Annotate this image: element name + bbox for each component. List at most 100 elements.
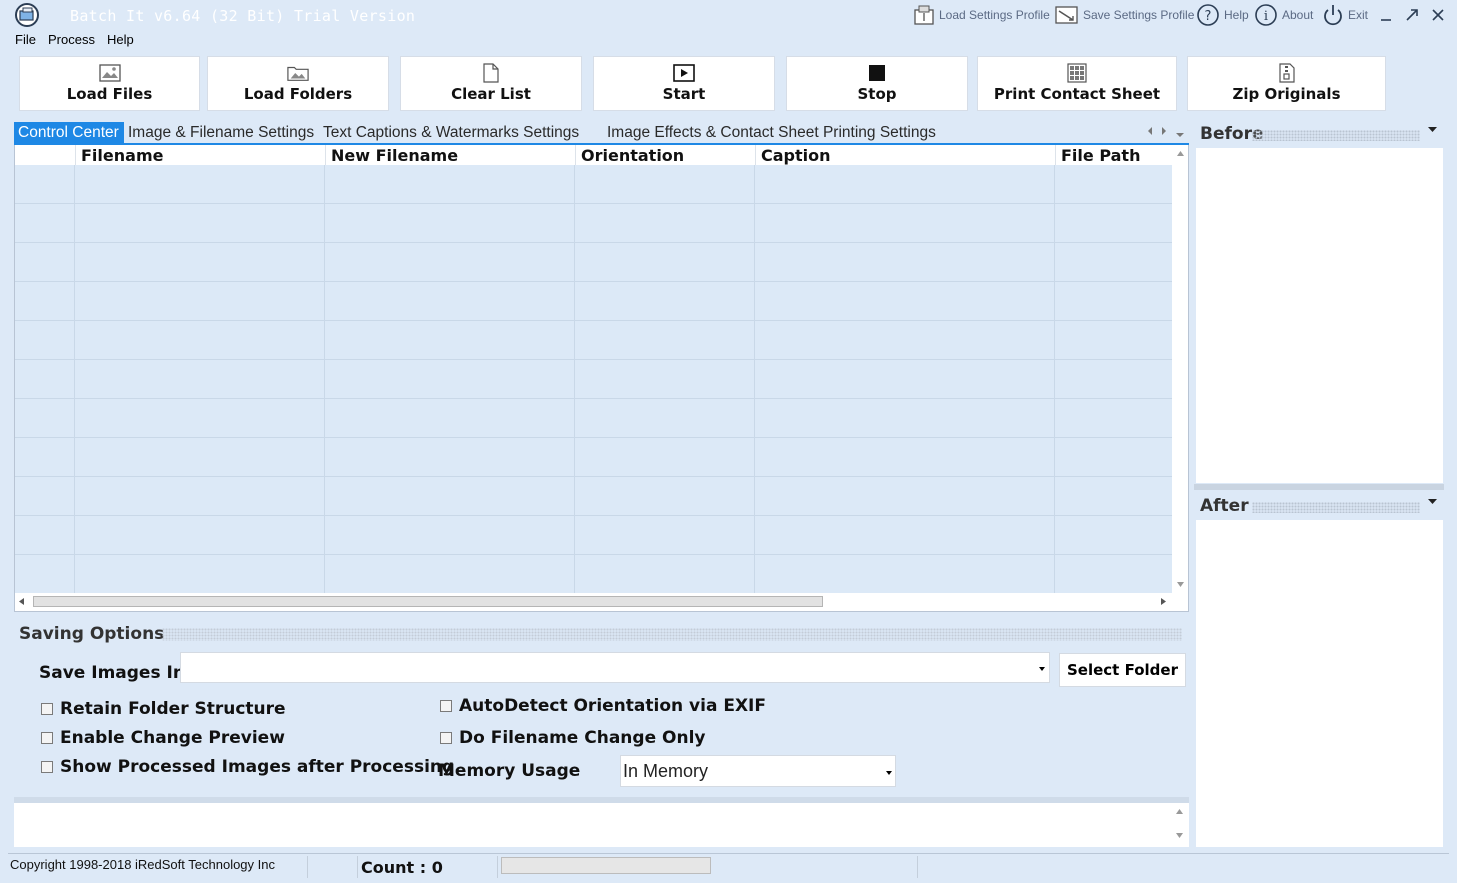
menu-process[interactable]: Process [48, 32, 95, 47]
saving-options-title: Saving Options [19, 624, 165, 644]
saving-options-header: Saving Options [14, 622, 1189, 648]
scroll-left-icon[interactable] [19, 598, 24, 605]
copyright-text: Copyright 1998-2018 iRedSoft Technology … [10, 857, 275, 872]
log-scroll-down-icon[interactable] [1176, 833, 1183, 838]
panel-splitter[interactable] [1194, 484, 1444, 490]
tab-list-dropdown-icon[interactable] [1175, 127, 1185, 142]
grid-row-divider [15, 554, 1172, 555]
grid-row-divider [15, 359, 1172, 360]
load-files-button[interactable]: Load Files [19, 56, 200, 111]
filename-change-only-option[interactable]: Do Filename Change Only [440, 728, 705, 748]
retain-folder-structure-checkbox[interactable] [41, 703, 53, 715]
grid-column-divider [754, 165, 755, 593]
app-logo-icon [14, 2, 40, 28]
svg-text:i: i [1264, 9, 1268, 24]
before-panel-grip[interactable] [1252, 130, 1420, 141]
tab-image-effects-contact-sheet[interactable]: Image Effects & Contact Sheet Printing S… [607, 122, 936, 143]
grid-row-divider [15, 476, 1172, 477]
grid-row-divider [15, 203, 1172, 204]
autodetect-orientation-checkbox[interactable] [440, 700, 452, 712]
exit-button[interactable]: Exit [1322, 4, 1368, 26]
power-icon [1324, 5, 1342, 26]
show-processed-images-checkbox[interactable] [41, 761, 53, 773]
saving-options-grip[interactable] [162, 628, 1182, 641]
menu-help[interactable]: Help [107, 32, 134, 47]
help-icon: ? [1197, 4, 1219, 26]
grid-column-divider [1054, 165, 1055, 593]
column-header-new-filename[interactable]: New Filename [325, 145, 575, 165]
save-settings-profile-button[interactable]: Save Settings Profile [1055, 4, 1194, 26]
exit-label: Exit [1348, 8, 1369, 22]
grid-row-divider [15, 242, 1172, 243]
retain-folder-structure-option[interactable]: Retain Folder Structure [41, 699, 286, 719]
memory-usage-dropdown-icon[interactable] [886, 771, 892, 775]
before-preview-area [1196, 148, 1443, 483]
show-processed-images-label: Show Processed Images after Processing [60, 757, 455, 777]
horizontal-scroll-thumb[interactable] [33, 596, 823, 607]
close-icon [1432, 9, 1444, 21]
grid-column-divider [74, 165, 75, 593]
tab-control-center[interactable]: Control Center [14, 122, 124, 143]
tab-scroll-left-icon[interactable] [1146, 125, 1154, 140]
start-button[interactable]: Start [593, 56, 775, 111]
grid-horizontal-scrollbar[interactable] [15, 593, 1172, 610]
memory-usage-label: Memory Usage [438, 761, 581, 781]
enable-change-preview-checkbox[interactable] [41, 732, 53, 744]
save-profile-icon [1055, 6, 1078, 24]
column-header-caption[interactable]: Caption [755, 145, 1055, 165]
before-panel-dropdown-icon[interactable] [1428, 127, 1437, 133]
zip-originals-button[interactable]: Zip Originals [1187, 56, 1386, 111]
save-images-dropdown-icon[interactable] [1039, 667, 1045, 671]
column-header-filename[interactable]: Filename [75, 145, 325, 165]
load-profile-icon [914, 5, 934, 25]
autodetect-orientation-option[interactable]: AutoDetect Orientation via EXIF [440, 696, 766, 716]
save-images-in-label: Save Images In [39, 663, 185, 683]
load-files-label: Load Files [66, 85, 153, 103]
clear-list-button[interactable]: Clear List [400, 56, 582, 111]
save-images-in-combo[interactable] [180, 652, 1050, 683]
tab-text-captions-watermarks[interactable]: Text Captions & Watermarks Settings [323, 122, 579, 143]
select-folder-button[interactable]: Select Folder [1059, 653, 1186, 687]
load-settings-profile-button[interactable]: Load Settings Profile [913, 4, 1050, 26]
status-separator [497, 856, 498, 878]
tab-scroll-right-icon[interactable] [1160, 125, 1168, 140]
blank-page-icon [480, 63, 502, 83]
autodetect-orientation-label: AutoDetect Orientation via EXIF [459, 696, 766, 716]
help-button[interactable]: ? Help [1196, 4, 1249, 26]
grid-header: Filename New Filename Orientation Captio… [15, 145, 1172, 165]
status-separator [307, 856, 308, 878]
memory-usage-select[interactable]: In Memory [620, 755, 896, 787]
stop-label: Stop [857, 85, 897, 103]
grid-vertical-scrollbar[interactable] [1172, 145, 1188, 593]
print-contact-sheet-button[interactable]: Print Contact Sheet [977, 56, 1177, 111]
print-contact-sheet-label: Print Contact Sheet [993, 85, 1161, 103]
close-button[interactable] [1429, 6, 1447, 24]
after-panel-grip[interactable] [1252, 502, 1420, 513]
maximize-button[interactable] [1403, 6, 1421, 24]
filename-change-only-checkbox[interactable] [440, 732, 452, 744]
scroll-right-icon[interactable] [1161, 598, 1166, 605]
scroll-up-icon[interactable] [1177, 151, 1184, 156]
svg-text:?: ? [1205, 9, 1212, 24]
status-separator [917, 856, 918, 878]
column-header-file-path[interactable]: File Path [1055, 145, 1172, 165]
file-list-grid[interactable]: Filename New Filename Orientation Captio… [14, 145, 1189, 612]
scroll-down-icon[interactable] [1177, 582, 1184, 587]
enable-change-preview-option[interactable]: Enable Change Preview [41, 728, 285, 748]
log-scroll-up-icon[interactable] [1176, 809, 1183, 814]
after-panel-title: After [1200, 496, 1249, 516]
stop-button[interactable]: Stop [786, 56, 968, 111]
grid-body[interactable] [15, 165, 1172, 593]
log-output-area[interactable] [14, 797, 1189, 847]
after-panel-dropdown-icon[interactable] [1428, 499, 1437, 505]
column-header-orientation[interactable]: Orientation [575, 145, 755, 165]
after-panel-header: After [1194, 493, 1444, 520]
load-folders-button[interactable]: Load Folders [207, 56, 389, 111]
minimize-button[interactable] [1377, 6, 1395, 24]
about-button[interactable]: i About [1254, 4, 1313, 26]
menu-file[interactable]: File [15, 32, 36, 47]
play-icon [673, 63, 695, 83]
maximize-icon [1406, 9, 1418, 21]
show-processed-images-option[interactable]: Show Processed Images after Processing [41, 757, 454, 777]
tab-image-filename-settings[interactable]: Image & Filename Settings [128, 122, 314, 143]
